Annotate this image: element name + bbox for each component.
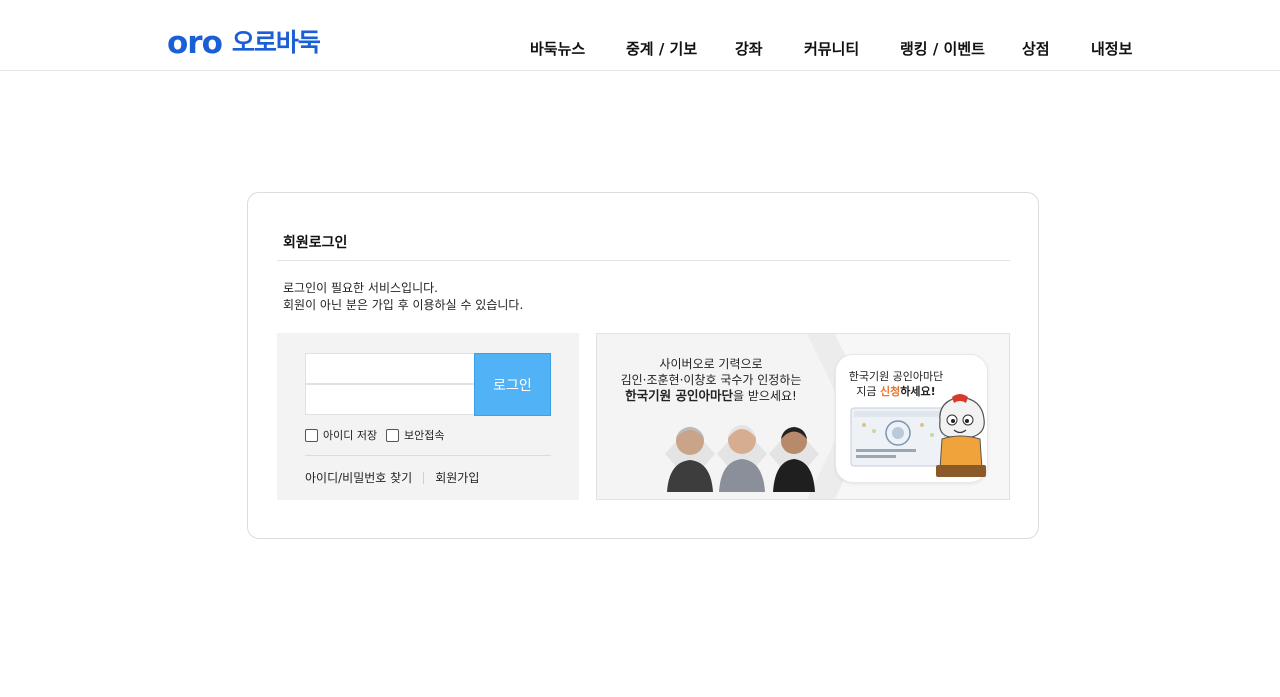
find-id-password-link[interactable]: 아이디/비밀번호 찾기	[305, 469, 412, 486]
save-id-checkbox[interactable]	[305, 428, 318, 442]
nav-shop[interactable]: 상점	[1022, 39, 1050, 59]
go-masters-photo	[665, 425, 819, 492]
nav-lectures[interactable]: 강좌	[735, 39, 763, 59]
notice-line-1: 로그인이 필요한 서비스입니다.	[283, 281, 438, 295]
secure-login-label: 보안접속	[404, 429, 445, 442]
banner-line-2: 김인·조훈현·이창호 국수가 인정하는	[620, 373, 802, 387]
nav-ranking-events[interactable]: 랭킹 / 이벤트	[900, 39, 985, 59]
secure-login-checkbox[interactable]	[386, 428, 399, 442]
mascot-character-icon	[936, 394, 986, 477]
main-nav: 바둑뉴스 중계 / 기보 강좌 커뮤니티 랭킹 / 이벤트 상점 내정보	[0, 39, 1280, 61]
badge-highlight: 신청	[880, 385, 901, 398]
password-input[interactable]	[305, 384, 475, 415]
badge-line-1: 한국기원 공인아마단	[848, 370, 944, 383]
badge-pre: 지금	[856, 385, 881, 398]
banner-line-3-rest: 을 받으세요!	[733, 389, 797, 403]
badge-post: 하세요!	[900, 385, 936, 398]
save-id-option[interactable]: 아이디 저장	[305, 427, 377, 443]
banner-headline: 사이버오로 기력으로 김인·조훈현·이창호 국수가 인정하는 한국기원 공인아마…	[597, 356, 825, 404]
login-card: 회원로그인 로그인이 필요한 서비스입니다. 회원이 아닌 분은 가입 후 이용…	[247, 192, 1039, 539]
nav-community[interactable]: 커뮤니티	[804, 39, 859, 59]
banner-line-3-bold: 한국기원 공인아마단	[625, 388, 734, 403]
notice-line-2: 회원이 아닌 분은 가입 후 이용하실 수 있습니다.	[283, 298, 524, 312]
title-divider	[277, 260, 1010, 261]
link-separator	[423, 471, 425, 484]
amateur-dan-badge: 한국기원 공인아마단 지금 신청하세요!	[835, 354, 988, 483]
login-title: 회원로그인	[283, 235, 348, 251]
login-notice: 로그인이 필요한 서비스입니다. 회원이 아닌 분은 가입 후 이용하실 수 있…	[283, 280, 523, 314]
account-links: 아이디/비밀번호 찾기 회원가입	[305, 469, 479, 486]
form-divider	[305, 455, 551, 456]
nav-my-info[interactable]: 내정보	[1091, 39, 1132, 59]
amateur-dan-banner[interactable]: 사이버오로 기력으로 김인·조훈현·이창호 국수가 인정하는 한국기원 공인아마…	[596, 333, 1010, 500]
secure-login-option[interactable]: 보안접속	[386, 427, 444, 443]
user-id-input[interactable]	[305, 353, 475, 384]
site-header: oro 오로바둑 바둑뉴스 중계 / 기보 강좌 커뮤니티 랭킹 / 이벤트 상…	[0, 0, 1280, 71]
signup-link[interactable]: 회원가입	[435, 469, 479, 486]
login-form: 로그인 아이디 저장 보안접속 아이디/비밀번호 찾기 회원가입	[277, 333, 579, 500]
banner-line-3: 한국기원 공인아마단을 받으세요!	[597, 388, 825, 404]
nav-baduk-news[interactable]: 바둑뉴스	[530, 39, 585, 59]
save-id-label: 아이디 저장	[323, 429, 378, 442]
banner-line-1: 사이버오로 기력으로	[659, 357, 763, 371]
nav-broadcast-records[interactable]: 중계 / 기보	[626, 39, 697, 59]
login-button[interactable]: 로그인	[474, 353, 551, 416]
